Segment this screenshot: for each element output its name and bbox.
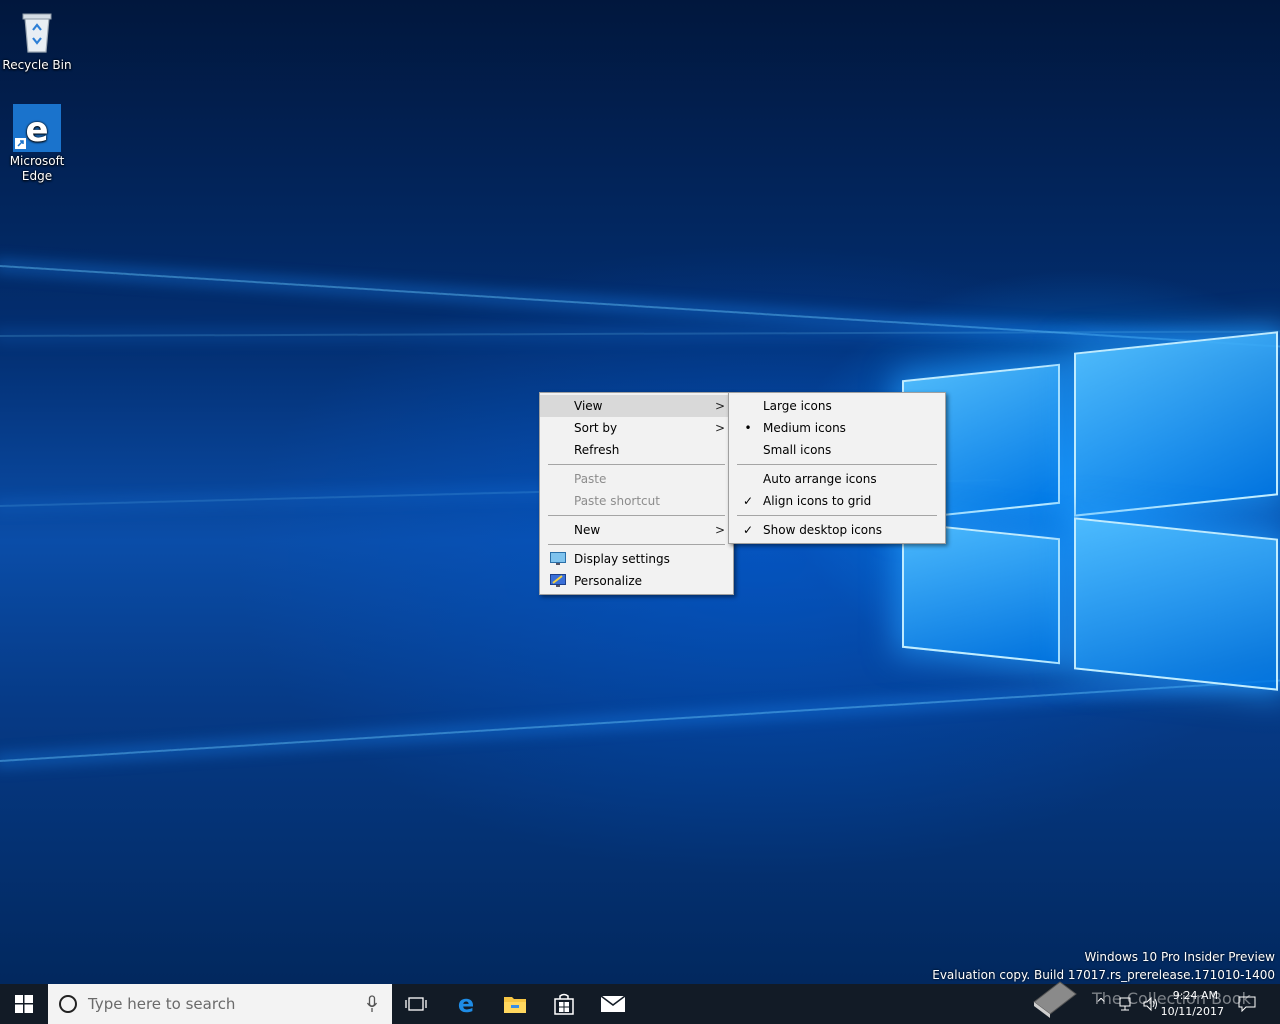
menu-item-label: Large icons (763, 399, 832, 413)
clock-time[interactable]: 9:24 AM (1166, 989, 1218, 1002)
menu-item-label: View (574, 399, 603, 413)
volume-icon[interactable] (1142, 996, 1160, 1012)
svg-text:e: e (458, 992, 474, 1016)
menu-item-label: Small icons (763, 443, 832, 457)
edge-label-line1: Microsoft (9, 154, 65, 168)
wallpaper-beam (0, 678, 1280, 762)
checkmark-icon: ✓ (742, 494, 754, 508)
menu-separator (548, 515, 725, 516)
menu-item-new[interactable]: New > (540, 519, 733, 541)
taskbar-mail-button[interactable] (589, 984, 637, 1024)
submenu-item-align-to-grid[interactable]: ✓ Align icons to grid (729, 490, 945, 512)
build-watermark-line2: Evaluation copy. Build 17017.rs_prerelea… (932, 968, 1275, 982)
network-icon[interactable] (1118, 996, 1134, 1012)
radio-bullet-icon: • (744, 421, 752, 435)
taskbar-edge-button[interactable]: e (442, 984, 490, 1024)
menu-item-label: Align icons to grid (763, 494, 872, 508)
edge-desktop-icon[interactable]: e Microsoft Edge (0, 104, 74, 184)
wallpaper-window-pane (1074, 517, 1278, 691)
store-icon (554, 993, 574, 1015)
menu-item-label: Show desktop icons (763, 523, 883, 537)
submenu-item-small-icons[interactable]: Small icons (729, 439, 945, 461)
menu-item-paste[interactable]: Paste (540, 468, 733, 490)
menu-separator (548, 544, 725, 545)
submenu-item-show-desktop-icons[interactable]: ✓ Show desktop icons (729, 519, 945, 541)
mail-icon (600, 995, 626, 1012)
edge-icon: e (458, 992, 474, 1016)
taskbar: Type here to search e The Collection Boo… (0, 981, 1280, 1024)
book-logo-icon (1033, 981, 1077, 1018)
checkmark-icon: ✓ (742, 523, 754, 537)
menu-item-label: Refresh (574, 443, 620, 457)
menu-item-label: New (574, 523, 601, 537)
menu-item-label: Sort by (574, 421, 618, 435)
search-placeholder: Type here to search (88, 995, 236, 1013)
edge-icon: e (13, 104, 61, 152)
chevron-right-icon: > (714, 523, 725, 537)
menu-item-label: Medium icons (763, 421, 846, 435)
chevron-right-icon: > (714, 399, 725, 413)
desktop-context-menu: View > Sort by > Refresh Paste Paste sho… (539, 392, 734, 595)
submenu-item-auto-arrange[interactable]: Auto arrange icons (729, 468, 945, 490)
menu-item-sort-by[interactable]: Sort by > (540, 417, 733, 439)
menu-item-view[interactable]: View > (540, 395, 733, 417)
cortana-icon (59, 995, 77, 1013)
task-view-icon (405, 997, 427, 1011)
menu-item-label: Paste shortcut (574, 494, 660, 508)
menu-separator (737, 464, 937, 465)
menu-separator (737, 515, 937, 516)
menu-item-label: Display settings (574, 552, 670, 566)
svg-text:e: e (25, 110, 48, 150)
menu-item-label: Paste (574, 472, 607, 486)
menu-item-refresh[interactable]: Refresh (540, 439, 733, 461)
menu-separator (548, 464, 725, 465)
build-watermark-line1: Windows 10 Pro Insider Preview (1084, 950, 1275, 964)
submenu-item-medium-icons[interactable]: • Medium icons (729, 417, 945, 439)
edge-label-line2: Edge (21, 169, 53, 183)
desktop[interactable]: Recycle Bin e Microsoft Edge View > Sort… (0, 0, 1280, 984)
taskbar-store-button[interactable] (540, 984, 588, 1024)
menu-item-label: Auto arrange icons (763, 472, 877, 486)
menu-item-display-settings[interactable]: Display settings (540, 548, 733, 570)
menu-item-personalize[interactable]: Personalize (540, 570, 733, 592)
search-box[interactable]: Type here to search (48, 984, 392, 1024)
microphone-icon[interactable] (366, 995, 378, 1013)
chevron-up-icon[interactable]: ^ (1096, 996, 1106, 1010)
chevron-right-icon: > (714, 421, 725, 435)
start-button[interactable] (0, 984, 48, 1024)
submenu-item-large-icons[interactable]: Large icons (729, 395, 945, 417)
view-submenu: Large icons • Medium icons Small icons A… (728, 392, 946, 544)
file-explorer-icon (504, 997, 526, 1013)
recycle-bin-label: Recycle Bin (2, 58, 72, 72)
clock-date[interactable]: 10/11/2017 (1160, 1005, 1224, 1018)
recycle-bin-desktop-icon[interactable]: Recycle Bin (0, 8, 74, 73)
display-settings-icon (550, 552, 566, 565)
windows-logo-icon (15, 995, 33, 1013)
action-center-icon[interactable] (1238, 996, 1256, 1012)
menu-item-label: Personalize (574, 574, 643, 588)
taskbar-file-explorer-button[interactable] (491, 984, 539, 1024)
menu-item-paste-shortcut[interactable]: Paste shortcut (540, 490, 733, 512)
personalize-icon (550, 574, 566, 587)
wallpaper-window-pane (1074, 331, 1278, 517)
task-view-button[interactable] (392, 984, 440, 1024)
recycle-bin-icon (13, 8, 61, 56)
